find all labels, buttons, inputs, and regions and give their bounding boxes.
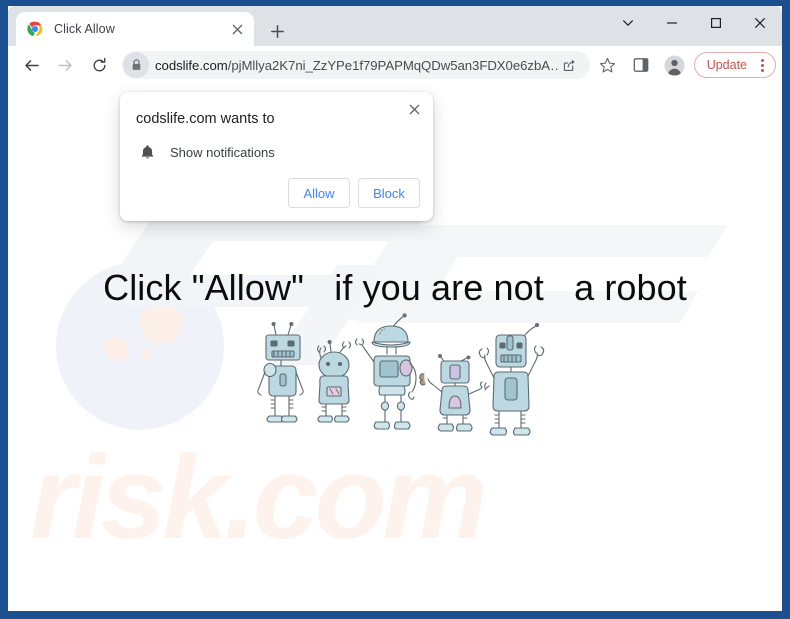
close-window-icon[interactable] [738, 6, 782, 40]
url-path: /pjMllya2K7ni_ZzYPe1f79PAPMqQDw5an3FDX0e… [227, 57, 558, 73]
reload-icon[interactable] [85, 51, 113, 79]
allow-button[interactable]: Allow [288, 178, 350, 208]
dialog-title: codslife.com wants to [136, 111, 275, 127]
browser-toolbar: codslife.com/pjMllya2K7ni_ZzYPe1f79PAPMq… [8, 46, 782, 84]
permission-row: Show notifications [136, 141, 275, 163]
notification-permission-dialog: codslife.com wants to Show notifications… [120, 92, 433, 221]
tab-title: Click Allow [54, 22, 115, 36]
browser-window: Click Allow codslife.com/pjMllya2K7ni_Zz… [0, 0, 790, 619]
update-button[interactable]: Update [693, 52, 776, 78]
permission-label: Show notifications [170, 144, 275, 160]
window-client-area: Click Allow codslife.com/pjMllya2K7ni_Zz… [8, 6, 782, 611]
forward-arrow-icon[interactable] [51, 51, 79, 79]
lock-icon[interactable] [123, 52, 149, 78]
three-dot-menu-icon[interactable] [755, 55, 769, 75]
five-cartoon-robots-illustration [257, 313, 545, 436]
back-arrow-icon[interactable] [17, 51, 45, 79]
close-icon[interactable] [228, 20, 246, 38]
minimize-icon[interactable] [650, 6, 694, 40]
risk-watermark-text: risk.com [30, 432, 487, 564]
profile-avatar-icon[interactable] [661, 51, 689, 79]
maximize-icon[interactable] [694, 6, 738, 40]
address-bar[interactable]: codslife.com/pjMllya2K7ni_ZzYPe1f79PAPMq… [122, 51, 590, 79]
url-text: codslife.com/pjMllya2K7ni_ZzYPe1f79PAPMq… [155, 58, 558, 73]
page-viewport: risk.com Click "Allow" if you are not a … [8, 84, 782, 611]
close-icon[interactable] [403, 98, 425, 120]
bell-icon [136, 141, 158, 163]
star-icon[interactable] [594, 51, 622, 79]
share-icon[interactable] [558, 53, 582, 77]
window-controls [606, 6, 782, 40]
url-host: codslife.com [155, 57, 228, 73]
tab-strip: Click Allow [8, 6, 782, 46]
new-tab-button[interactable] [264, 18, 290, 44]
page-headline: Click "Allow" if you are not a robot [103, 267, 687, 308]
dialog-actions: Allow Block [280, 178, 420, 208]
browser-tab[interactable]: Click Allow [16, 12, 254, 46]
side-panel-icon[interactable] [627, 51, 655, 79]
chrome-logo-icon [27, 21, 43, 37]
block-button[interactable]: Block [358, 178, 420, 208]
update-label: Update [706, 58, 747, 72]
chevron-down-icon[interactable] [606, 6, 650, 40]
